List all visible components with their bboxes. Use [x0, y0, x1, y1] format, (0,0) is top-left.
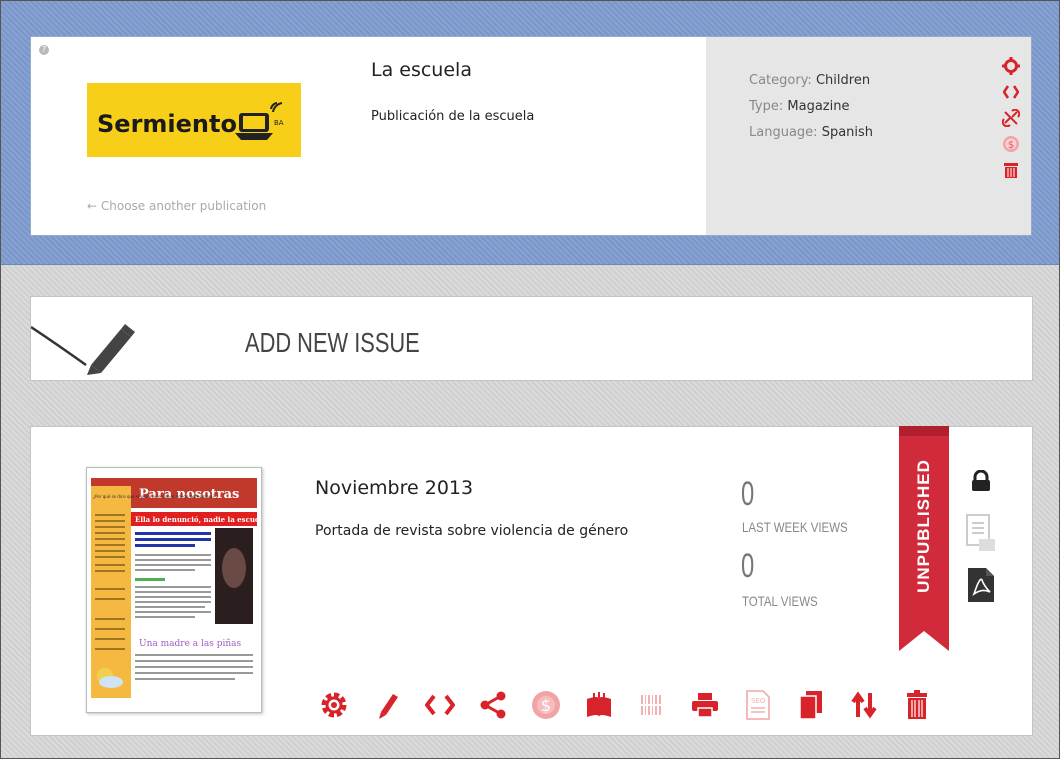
total-views-count: 0 — [741, 547, 755, 585]
status-ribbon-label: UNPUBLISHED — [899, 426, 949, 626]
duplicate-icon[interactable] — [790, 685, 832, 725]
issue-title: Noviembre 2013 — [315, 477, 474, 499]
publication-description: Publicación de la escuela — [371, 109, 535, 124]
meta-type-label: Type: — [749, 99, 784, 114]
meta-category-label: Category: — [749, 73, 812, 88]
choose-another-publication-link[interactable]: ← Choose another publication — [87, 199, 266, 213]
monetize-coin-icon[interactable]: $ — [999, 131, 1023, 157]
unlink-icon[interactable] — [999, 105, 1023, 131]
edit-pencil-icon[interactable] — [366, 685, 408, 725]
svg-text:$: $ — [541, 696, 551, 715]
meta-type: Type: Magazine — [749, 99, 849, 114]
publication-card: ? Sermiento BA La escuela Publicación de… — [30, 36, 1032, 236]
svg-text:$: $ — [1008, 140, 1014, 151]
pdf-icon[interactable] — [963, 559, 999, 611]
delete-trash-icon[interactable] — [999, 157, 1023, 183]
cover-sidebar-text: ¿Por qué se dice que el perro es el mejo… — [93, 494, 215, 499]
bookmark-icon[interactable] — [578, 685, 620, 725]
meta-type-value: Magazine — [787, 99, 850, 114]
meta-language: Language: Spanish — [749, 125, 873, 140]
issue-description: Portada de revista sobre violencia de gé… — [315, 523, 629, 539]
question-icon[interactable]: ? — [39, 45, 49, 55]
barcode-icon[interactable] — [631, 685, 673, 725]
issue-card: Para nosotras ¿Por qué se dice que el pe… — [30, 426, 1033, 736]
meta-language-value: Spanish — [821, 125, 874, 140]
seo-icon[interactable]: SEO — [737, 685, 779, 725]
meta-language-label: Language: — [749, 125, 818, 140]
issue-cover-thumbnail[interactable]: Para nosotras ¿Por qué se dice que el pe… — [86, 467, 262, 713]
print-preview-icon[interactable] — [963, 507, 999, 559]
pencil-icon — [31, 324, 135, 375]
settings-icon[interactable] — [313, 685, 355, 725]
publication-logo: Sermiento BA — [87, 83, 301, 157]
total-views-label: TOTAL VIEWS — [742, 593, 818, 609]
add-new-issue-button[interactable]: ADD NEW ISSUE — [30, 296, 1033, 381]
share-icon[interactable] — [472, 685, 514, 725]
last-week-views-count: 0 — [741, 475, 755, 513]
trash-icon[interactable] — [896, 685, 938, 725]
embed-code-icon[interactable] — [419, 685, 461, 725]
add-new-issue-label: ADD NEW ISSUE — [245, 327, 420, 358]
publication-title: La escuela — [371, 59, 472, 81]
meta-category-value: Children — [815, 73, 871, 88]
print-icon[interactable] — [684, 685, 726, 725]
svg-text:SEO: SEO — [751, 697, 766, 705]
sort-icon[interactable] — [843, 685, 885, 725]
issue-side-actions — [963, 455, 999, 611]
settings-gear-icon[interactable] — [999, 53, 1023, 79]
status-text: UNPUBLISHED — [914, 459, 934, 593]
publication-actions: $ — [999, 53, 1023, 183]
monetize-icon[interactable]: $ — [525, 685, 567, 725]
publication-meta-panel: Category: Children Type: Magazine Langua… — [706, 37, 1031, 235]
logo-badge-text: BA — [274, 119, 284, 127]
last-week-views-label: LAST WEEK VIEWS — [742, 519, 848, 535]
lock-icon[interactable] — [963, 455, 999, 507]
cover-headline-text: Ella lo denunció, nadie la escuchó — [135, 515, 261, 524]
issue-toolbar: $ SEO — [313, 685, 949, 725]
embed-code-icon[interactable] — [999, 79, 1023, 105]
cover-subhead-text: Una madre a las piñas — [139, 639, 242, 649]
meta-category: Category: Children — [749, 73, 870, 88]
logo-brand-text: Sermiento — [97, 110, 237, 138]
